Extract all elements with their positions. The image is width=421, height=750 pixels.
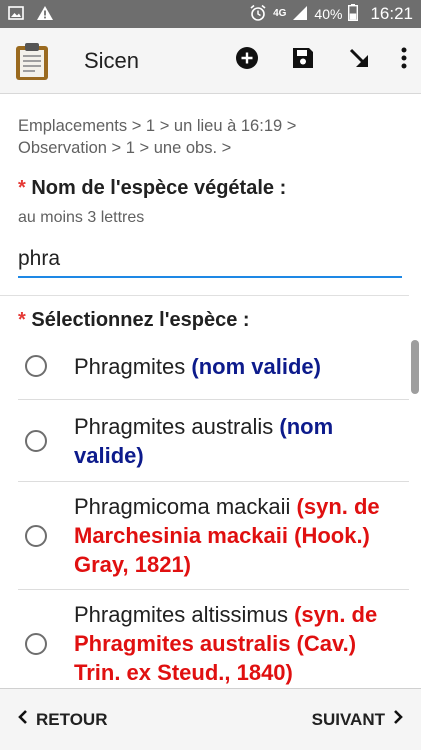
status-bar: 4G 40% 16:21 (0, 0, 421, 28)
breadcrumb-line: Emplacements > 1 > un lieu à 16:19 > (18, 117, 297, 135)
species-option[interactable]: Phragmicoma mackaii (syn. de Marchesinia… (18, 482, 409, 590)
option-label: Phragmicoma mackaii (syn. de Marchesinia… (74, 492, 394, 579)
species-name: Phragmites australis (74, 413, 280, 439)
required-mark: * (18, 309, 26, 331)
save-icon (291, 46, 315, 75)
next-label: SUIVANT (311, 709, 385, 729)
radio-button[interactable] (25, 632, 47, 655)
add-button[interactable] (219, 33, 275, 89)
save-button[interactable] (275, 33, 331, 89)
network-type: 4G (273, 8, 287, 19)
next-button[interactable]: SUIVANT (312, 709, 403, 730)
species-option[interactable]: Phragmites (nom valide) (18, 333, 409, 400)
required-mark: * (18, 177, 26, 199)
battery-icon (348, 4, 359, 24)
option-label: Phragmites (nom valide) (74, 352, 394, 381)
more-vertical-icon (401, 47, 407, 74)
arrow-down-right-icon (347, 46, 371, 75)
radio-button[interactable] (25, 355, 47, 377)
back-button[interactable]: RETOUR (18, 709, 107, 730)
option-label: Phragmites australis (nom valide) (74, 412, 394, 470)
divider (0, 295, 409, 296)
scrollbar[interactable] (411, 95, 419, 687)
app-title: Sicen (84, 47, 140, 73)
species-name-label: * Nom de l'espèce végétale : (18, 177, 286, 200)
radio-button[interactable] (25, 429, 47, 452)
chevron-left-icon (18, 709, 28, 730)
alarm-icon (249, 4, 267, 25)
species-name-label-text: Nom de l'espèce végétale : (31, 177, 287, 199)
move-button[interactable] (331, 33, 387, 89)
app-bar: Sicen (0, 28, 421, 94)
image-icon (8, 5, 24, 23)
species-option[interactable]: Phragmites australis (nom valide) (18, 400, 409, 482)
species-search-input[interactable] (18, 241, 402, 278)
input-hint: au moins 3 lettres (18, 209, 145, 226)
select-species-label-text: Sélectionnez l'espèce : (31, 309, 250, 331)
scrollbar-thumb[interactable] (411, 340, 419, 394)
select-species-label: * Sélectionnez l'espèce : (18, 309, 250, 332)
option-label: Phragmites altissimus (syn. de Phragmite… (74, 600, 394, 687)
battery-percent: 40% (314, 6, 343, 22)
breadcrumb: Emplacements > 1 > un lieu à 16:19 > Obs… (18, 115, 348, 159)
species-options-list: Phragmites (nom valide) Phragmites austr… (0, 333, 409, 687)
species-name: Phragmites (74, 353, 192, 379)
species-option[interactable]: Phragmites altissimus (syn. de Phragmite… (18, 590, 409, 687)
chevron-right-icon (393, 709, 403, 730)
more-options-button[interactable] (387, 33, 421, 89)
form-content: Emplacements > 1 > un lieu à 16:19 > Obs… (0, 95, 421, 687)
warning-icon (36, 5, 54, 24)
breadcrumb-line: Observation > 1 > une obs. > (18, 139, 232, 157)
back-label: RETOUR (36, 709, 108, 729)
bottom-nav-bar: RETOUR SUIVANT (0, 688, 421, 750)
species-name: Phragmites altissimus (74, 602, 295, 627)
valid-qualifier: (nom valide) (191, 353, 321, 379)
radio-button[interactable] (25, 524, 47, 547)
signal-icon (292, 5, 308, 24)
add-icon (235, 46, 259, 75)
clock: 16:21 (370, 4, 413, 23)
species-name: Phragmicoma mackaii (74, 494, 297, 519)
clipboard-icon (14, 41, 50, 81)
